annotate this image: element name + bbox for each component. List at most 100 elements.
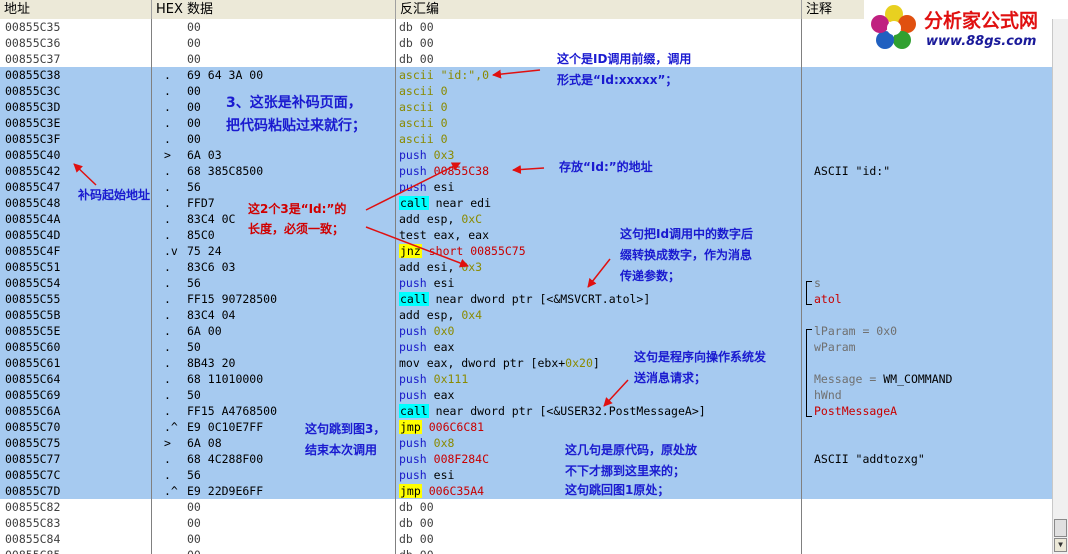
listing-row[interactable]: 00855C75 >6A 08 push 0x8 [0,435,1052,451]
row-jump-marker: . [164,84,171,98]
asm-token: 0x3 [433,148,455,162]
row-hex-bytes: 85C0 [187,228,215,242]
listing-row[interactable]: 00855C3D. 00 ascii 0 [0,99,1052,115]
row-address: 00855C48 [5,196,61,210]
asm-token: push [399,340,427,354]
comment-token: lParam = 0x0 [814,324,898,338]
column-header-hex[interactable]: HEX 数据 [152,0,396,19]
row-jump-marker: . [164,132,171,146]
asm-token: jmp [399,484,422,498]
row-hex-bytes: 50 [187,388,201,402]
listing-row[interactable]: 00855C3E. 00 ascii 0 [0,115,1052,131]
row-address: 00855C4F [5,244,61,258]
listing-row[interactable]: 00855C84 00 db 00 [0,531,1052,547]
row-address: 00855C36 [5,36,61,50]
comment-token: atol [814,292,842,306]
annotation-id-prefix-line2: 形式是“Id:xxxxx”； [557,73,678,87]
asm-token: push [399,372,427,386]
row-hex-bytes: 56 [187,180,201,194]
listing-row[interactable]: 00855C7D .^ E9 22D9E6FF jmp 006C35A4 [0,483,1052,499]
listing-row[interactable]: 00855C47. 56 push esi [0,179,1052,195]
row-address: 00855C82 [5,500,61,514]
listing-row[interactable]: 00855C3F. 00 ascii 0 [0,131,1052,147]
comment-token: wParam [814,340,856,354]
row-hex-bytes: 68 4C288F00 [187,452,264,466]
row-address: 00855C85 [5,547,60,554]
listing-row[interactable]: 00855C51. 83C6 03 add esi, 0x3 [0,259,1052,275]
row-address: 00855C4D [5,228,61,242]
row-address: 00855C40 [5,148,61,162]
row-comment: ASCII "id:" [814,163,890,179]
row-disassembly: push esi [399,275,454,291]
asm-token: esi [433,468,455,482]
listing-row[interactable]: 00855C3C. 00 ascii 0 [0,83,1052,99]
row-disassembly: push esi [399,467,454,483]
row-hex-bytes: E9 0C10E7FF [187,420,264,434]
row-hex-bytes: 68 385C8500 [187,164,264,178]
row-disassembly: add esi, 0x3 [399,259,482,275]
listing-row[interactable]: 00855C77. 68 4C288F00 push 008F284C ASCII "… [0,451,1052,467]
listing-row[interactable]: 00855C6A. FF15 A4768500 call near dword pt… [0,403,1052,419]
column-header-disassembly[interactable]: 反汇编 [396,0,802,19]
listing-row[interactable]: 00855C54. 56 push esi s [0,275,1052,291]
listing-row[interactable]: 00855C55. FF15 90728500 call near dword pt… [0,291,1052,307]
listing-row[interactable]: 00855C70 .^ E9 0C10E7FF jmp 006C6C81 [0,419,1052,435]
annotation-original-line1: 这几句是原代码，原处放 [565,443,698,457]
asm-token: short 00855C75 [428,244,526,258]
asm-token: jnz [399,244,422,258]
listing-row[interactable]: 00855C40 >6A 03 push 0x3 [0,147,1052,163]
row-address: 00855C83 [5,516,61,530]
listing-row[interactable]: 00855C8500db 00 [0,547,1052,554]
asm-token: push [399,388,427,402]
asm-token: push [399,324,427,338]
asm-token [427,148,434,162]
listing-row[interactable]: 00855C60. 50 push eax wParam [0,339,1052,355]
row-disassembly: db 00 [399,35,434,51]
listing-row[interactable]: 00855C4A. 83C4 0C add esp, 0xC [0,211,1052,227]
row-address: 00855C69 [5,388,61,402]
listing-row[interactable]: 00855C5B. 83C4 04 add esp, 0x4 [0,307,1052,323]
listing-row[interactable]: 00855C61. 8B43 20 mov eax, dword ptr [ebx+… [0,355,1052,371]
listing-row[interactable]: 00855C83 00 db 00 [0,515,1052,531]
row-address: 00855C5B [5,308,61,322]
listing-row[interactable]: 00855C38. 69 64 3A 00 ascii "id:",0 [0,67,1052,83]
listing-row[interactable]: 00855C42. 68 385C8500 push 00855C38 ASCII "… [0,163,1052,179]
asm-token [413,548,420,554]
asm-token: add esp, [399,308,462,322]
row-jump-marker: > [164,436,171,450]
comment-token: s [814,276,821,290]
vertical-scrollbar[interactable]: ▼ [1052,19,1068,554]
annotation-atol-line2: 缀转换成数字，作为消息 [620,248,753,262]
row-comment: hWnd [814,387,842,403]
row-disassembly: push 0x0 [399,323,454,339]
asm-token: db [399,548,413,554]
listing-row[interactable]: 00855C7C. 56 push esi [0,467,1052,483]
scrollbar-thumb[interactable] [1054,519,1067,537]
listing-row[interactable]: 00855C4D. 85C0 test eax, eax [0,227,1052,243]
asm-token [434,84,441,98]
logo-url[interactable]: www.88gs.com [926,34,1036,49]
listing-row[interactable]: 00855C82 00 db 00 [0,499,1052,515]
comment-token: ASCII "addtozxg" [814,452,925,466]
column-header-address[interactable]: 地址 [0,0,152,19]
asm-token: db [399,36,413,50]
asm-token [427,452,434,466]
listing-row[interactable]: 00855C5E. 6A 00 push 0x0 lParam = 0x0 [0,323,1052,339]
listing-row[interactable]: 00855C4F .v 75 24 jnz short 00855C75 [0,243,1052,259]
debugger-window: 地址 HEX 数据 反汇编 注释 00855C35 00 db 00 00855C36… [0,0,1068,554]
asm-token: add esp, [399,212,462,226]
row-hex-bytes: 69 64 3A 00 [187,68,264,82]
column-divider [151,19,152,554]
listing-row[interactable]: 00855C64. 68 11010000 push 0x111 Message = … [0,371,1052,387]
scroll-down-icon[interactable]: ▼ [1054,538,1067,552]
row-disassembly: push esi [399,179,454,195]
row-disassembly: db 00 [399,547,434,554]
asm-token: 0x111 [433,372,469,386]
asm-token [427,164,434,178]
listing-row[interactable]: 00855C69. 50 push eax hWnd [0,387,1052,403]
asm-token: 0x8 [433,436,455,450]
row-disassembly: call near dword ptr [<&MSVCRT.atol>] [399,291,650,307]
listing-row[interactable]: 00855C48. FFD7 call near edi [0,195,1052,211]
row-disassembly: push eax [399,387,454,403]
row-address: 00855C47 [5,180,61,194]
